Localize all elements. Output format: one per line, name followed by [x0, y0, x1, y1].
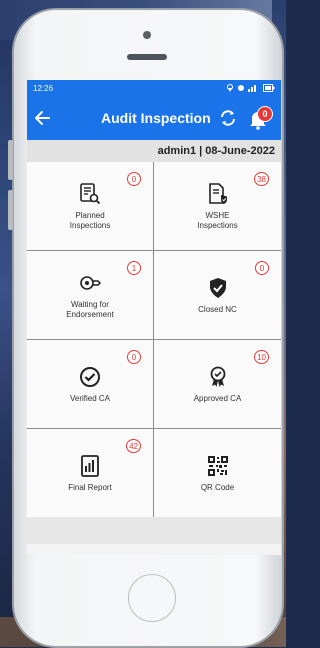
tile-label: Final Report	[68, 482, 112, 492]
app-bar: Audit Inspection 0	[27, 96, 281, 140]
tile-label: Planned Inspections	[69, 210, 111, 230]
tile-final-report[interactable]: Final Report 42	[27, 429, 153, 517]
count-badge: 42	[126, 439, 141, 453]
earpiece-speaker	[127, 54, 167, 60]
status-time: 12:26	[33, 83, 54, 93]
phone-screen: 12:26 Audit Inspection 0 admin1 | 08-Jun…	[27, 80, 281, 555]
tile-qr-code[interactable]: QR Code	[154, 429, 281, 517]
phone-volume-up	[8, 140, 13, 180]
tile-label: Verified CA	[69, 393, 111, 403]
qr-code-icon	[207, 455, 228, 476]
count-badge: 10	[254, 350, 269, 364]
count-badge: 0	[127, 350, 141, 364]
tile-approved-ca[interactable]: Approved CA 10	[154, 340, 281, 428]
report-chart-icon	[81, 454, 99, 477]
tile-waiting-for-endorsement[interactable]: Waiting for Endorsement 1	[27, 251, 153, 339]
sync-icon[interactable]	[218, 108, 238, 128]
tile-label: WSHE Inspections	[197, 210, 238, 230]
tile-planned-inspections[interactable]: Planned Inspections 0	[27, 162, 153, 250]
home-button[interactable]	[128, 574, 176, 622]
phone-volume-down	[8, 190, 13, 230]
tile-label: Waiting for Endorsement	[66, 299, 114, 319]
count-badge: 38	[254, 172, 269, 186]
footer-strip	[27, 517, 281, 544]
tile-closed-nc[interactable]: Closed NC 0	[154, 251, 281, 339]
planned-inspection-icon	[80, 182, 101, 204]
tile-label: Approved CA	[193, 393, 242, 403]
tile-verified-ca[interactable]: Verified CA 0	[27, 340, 153, 428]
battery-icon	[263, 84, 275, 92]
menu-grid: Planned Inspections 0 WSHE Inspections 3…	[27, 162, 281, 517]
location-icon	[227, 84, 233, 92]
alarm-icon	[238, 85, 244, 91]
check-circle-icon	[80, 366, 100, 387]
tile-label: QR Code	[200, 482, 235, 492]
shield-check-icon	[209, 277, 226, 298]
count-badge: 1	[127, 261, 141, 275]
tile-label: Closed NC	[198, 304, 237, 314]
award-badge-icon	[210, 366, 225, 387]
status-icons	[226, 84, 275, 92]
signal-icon	[248, 85, 256, 92]
wshe-inspection-icon	[208, 182, 227, 204]
page-title: Audit Inspection	[101, 110, 211, 126]
notification-badge: 0	[257, 106, 273, 122]
status-bar: 12:26	[27, 80, 281, 96]
tile-wshe-inspections[interactable]: WSHE Inspections 38	[154, 162, 281, 250]
count-badge: 0	[127, 172, 141, 186]
count-badge: 0	[255, 261, 269, 275]
front-camera	[143, 31, 151, 39]
back-arrow-icon[interactable]	[33, 108, 53, 128]
endorsement-icon	[80, 275, 102, 290]
user-date-info: admin1 | 08-June-2022	[27, 140, 281, 162]
